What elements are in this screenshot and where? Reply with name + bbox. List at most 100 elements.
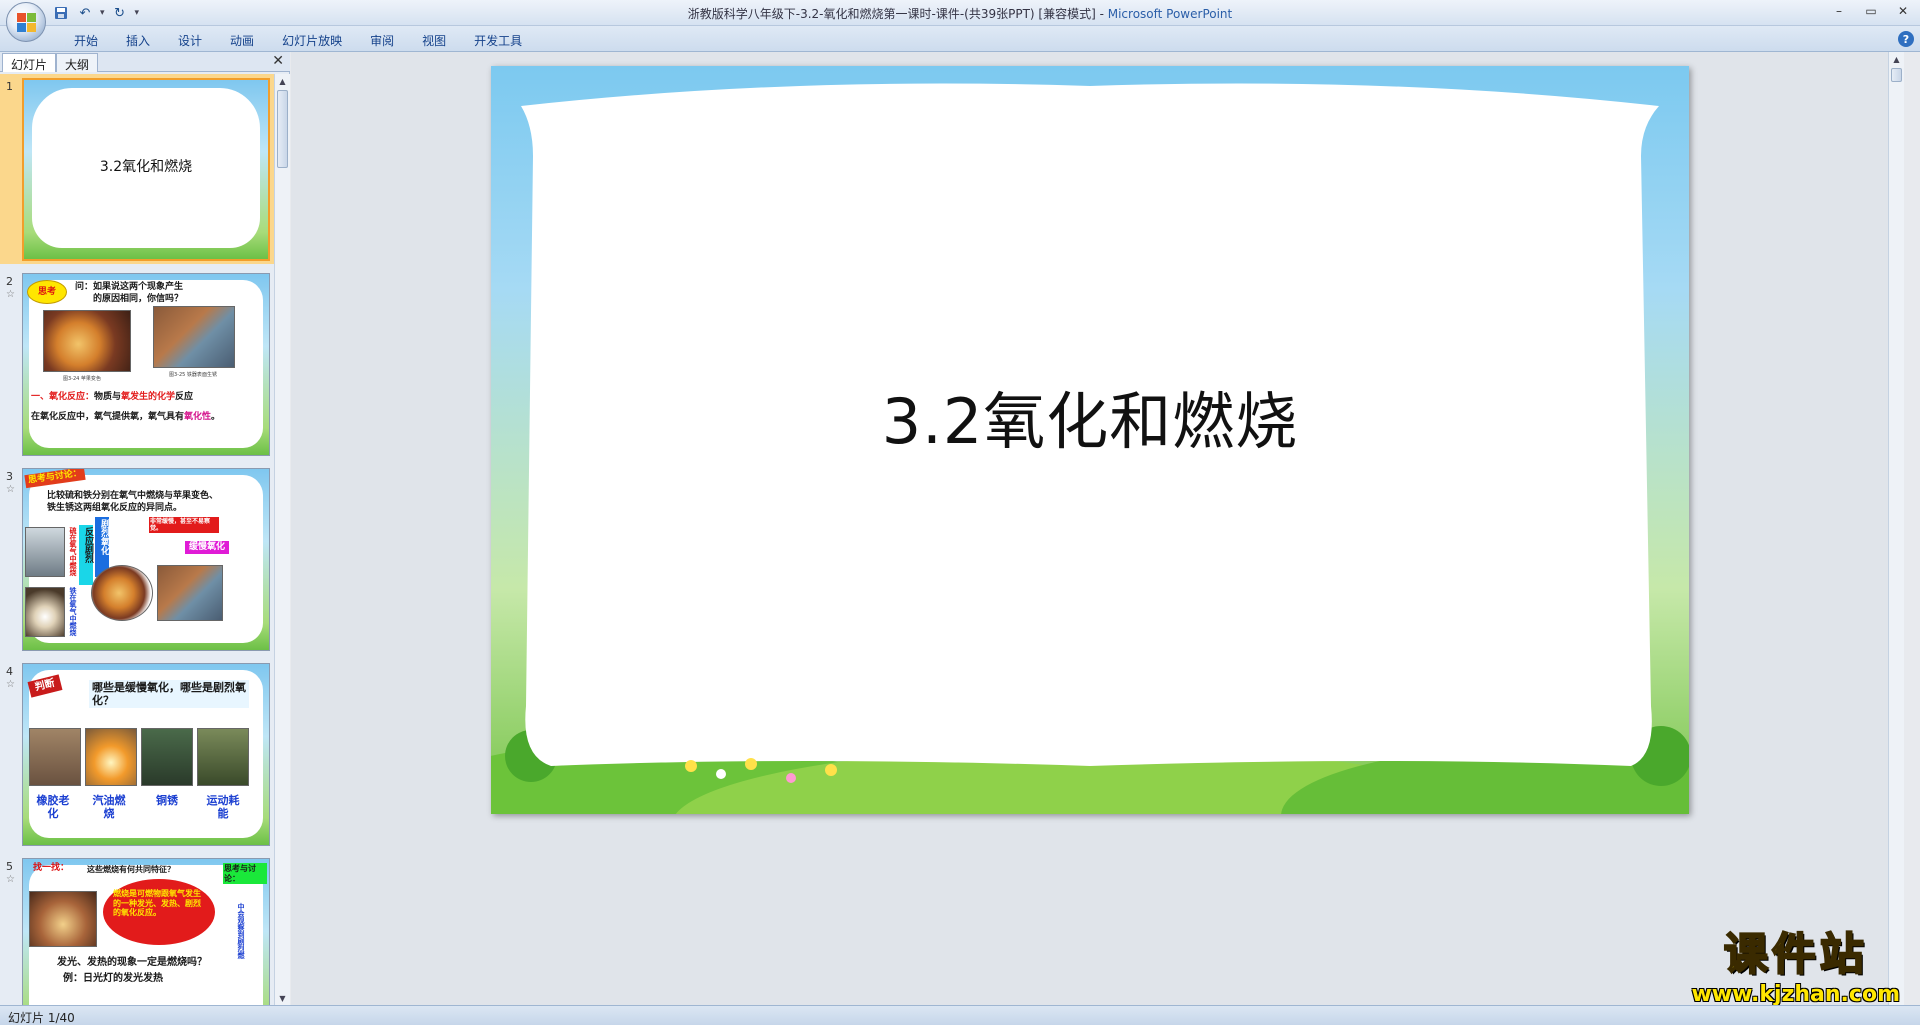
slide-number: 1 [6,80,13,93]
scroll-up-arrow-icon[interactable]: ▲ [275,74,290,88]
caption-2: 图3-25 铁器表面生锈 [169,372,217,378]
tab-insert[interactable]: 插入 [112,30,164,51]
judge-item-1: 橡胶老化 [36,794,70,821]
rubber-photo [29,728,81,786]
judge-item-3: 铜锈 [156,794,178,807]
main-scrollbar[interactable]: ▲ ▼ [1888,52,1904,1005]
definition-lead: 一、氧化反应： [31,392,95,402]
slide-counter: 幻灯片 1/40 [8,1011,75,1025]
slide-thumbnail-preview: 找一找： 这些燃烧有何共同特征？ 思考与讨论： 中会观察到剧烈燃 燃烧是可燃物跟… [22,858,270,1005]
red-note-label: 非常缓慢，甚至不易察觉。 [149,517,219,534]
bottom-question: 发光、发热的现象一定是燃烧吗？ [57,957,207,968]
slide-number: 2 [6,275,13,288]
scroll-down-arrow-icon[interactable]: ▼ [275,991,290,1005]
office-logo-icon [17,13,37,33]
slide-thumbnail-3[interactable]: 3 ☆ 思考与讨论： 比较硫和铁分别在氧气中燃烧与苹果变色、 铁生锈这两组氧化反… [0,464,274,654]
iron-burning-photo [25,587,65,637]
question-line-2: 的原因相同，你信吗？ [93,294,184,304]
title-bar: 浙教版科学八年级下-3.2-氧化和燃烧第一课时-课件-(共39张PPT) [兼容… [0,0,1920,26]
judge-item-2: 汽油燃烧 [92,794,126,821]
exercise-photo [197,728,249,786]
vertical-label-1: 硫在氧气中燃烧 [69,527,77,576]
scroll-up-arrow-icon[interactable]: ▲ [1889,52,1904,66]
scrollbar-thumb[interactable] [1891,68,1902,82]
tab-review[interactable]: 审阅 [356,30,408,51]
slide-thumbnail-2[interactable]: 2 ☆ 思考 问：如果说这两个现象产生 的原因相同，你信吗？ 图3-24 苹果变… [0,269,274,459]
office-button[interactable] [6,2,46,42]
slide-number: 4 [6,665,13,678]
tab-home[interactable]: 开始 [60,30,112,51]
status-bar: 幻灯片 1/40 [0,1005,1920,1025]
kjzhan-watermark: 课件站 www.kjzhan.com [1691,918,1900,1007]
caption-1: 图3-24 苹果变色 [63,376,101,382]
judge-question: 哪些是缓慢氧化，哪些是剧烈氧化？ [89,680,249,709]
violent-reaction-label: 反应剧烈 [79,525,93,585]
find-question: 这些燃烧有何共同特征？ [87,865,175,874]
definition-bubble-text: 燃烧是可燃物跟氧气发生的一种发光、发热、剧烈的氧化反应。 [113,889,201,918]
animation-star-icon: ☆ [6,289,15,300]
watermark-chinese: 课件站 [1723,928,1868,981]
undo-dropdown-icon[interactable]: ▾ [100,8,105,18]
vertical-label-2: 铁在氧气中燃烧 [69,587,77,636]
app-name: Microsoft PowerPoint [1107,7,1233,21]
scrollbar-thumb[interactable] [277,90,288,168]
judge-item-4: 运动耗能 [206,794,240,821]
save-icon[interactable] [52,4,70,22]
apple-photo [91,565,153,621]
help-icon[interactable]: ? [1898,31,1914,47]
find-header: 找一找： [33,863,70,873]
slide-thumbnail-1[interactable]: 1 3.2氧化和燃烧 [0,74,274,264]
watermark-url: www.kjzhan.com [1691,982,1900,1007]
thumb-title: 3.2氧化和燃烧 [99,159,193,175]
definition-end: 反应 [175,392,194,402]
rusty-iron-photo [157,565,223,621]
fire-photo [29,891,97,947]
slide-title[interactable]: 3.2氧化和燃烧 [491,371,1689,461]
tab-design[interactable]: 设计 [164,30,216,51]
tab-outline[interactable]: 大纲 [56,53,99,72]
current-slide[interactable]: 3.2氧化和燃烧 [491,66,1689,814]
sulfur-burning-photo [25,527,65,577]
gasoline-photo [85,728,137,786]
tab-animations[interactable]: 动画 [216,30,268,51]
side-vertical-text: 中会观察到剧烈燃 [237,903,245,959]
tab-developer[interactable]: 开发工具 [460,30,536,51]
slide-thumbnail-preview: 思考与讨论： 比较硫和铁分别在氧气中燃烧与苹果变色、 铁生锈这两组氧化反应的异同… [22,468,270,651]
quick-access-toolbar: ↶ ▾ ↻ ▾ [52,4,139,22]
oxidizer-highlight: 氧化性 [184,412,212,422]
slide-thumbnail-4[interactable]: 4 ☆ 判断 哪些是缓慢氧化，哪些是剧烈氧化？ 橡胶老化 汽油燃烧 铜锈 运动耗… [0,659,274,849]
animation-star-icon: ☆ [6,874,15,885]
rusty-iron-photo [153,306,235,368]
definition-body: 物质与 [94,392,122,402]
minimize-icon[interactable]: – [1826,2,1852,20]
slide-editing-area: 3.2氧化和燃烧 ▲ ▼ [291,52,1904,1005]
slide-thumbnail-preview: 思考 问：如果说这两个现象产生 的原因相同，你信吗？ 图3-24 苹果变色 图3… [22,273,270,456]
slide-thumbnail-5[interactable]: 5 ☆ 找一找： 这些燃烧有何共同特征？ 思考与讨论： 中会观察到剧烈燃 燃烧是… [0,854,274,1005]
ribbon: 开始 插入 设计 动画 幻灯片放映 审阅 视图 开发工具 ? [0,26,1920,52]
document-title: 浙教版科学八年级下-3.2-氧化和燃烧第一课时-课件-(共39张PPT) [兼容… [687,7,1108,21]
copper-rust-photo [141,728,193,786]
redo-icon[interactable]: ↻ [111,4,129,22]
animation-star-icon: ☆ [6,484,15,495]
tab-slides[interactable]: 幻灯片 [2,53,57,72]
close-icon[interactable]: ✕ [1890,2,1916,20]
question-line-1: 问：如果说这两个现象产生 [75,282,184,292]
customize-qat-icon[interactable]: ▾ [135,8,140,18]
slide-number: 3 [6,470,13,483]
slides-pane-scrollbar[interactable]: ▲ ▼ [274,74,290,1005]
slide-thumbnail-preview: 判断 哪些是缓慢氧化，哪些是剧烈氧化？ 橡胶老化 汽油燃烧 铜锈 运动耗能 [22,663,270,846]
think-badge: 思考 [27,280,67,304]
definition-red: 氧发生的化学 [121,392,176,402]
oxidizer-line: 在氧化反应中，氧气提供氧，氧气具有氧化性。 [31,412,220,423]
maximize-icon[interactable]: ▭ [1858,2,1884,20]
tab-view[interactable]: 视图 [408,30,460,51]
bottom-example: 例：日光灯的发光发热 [63,973,163,984]
ribbon-tabs: 开始 插入 设计 动画 幻灯片放映 审阅 视图 开发工具 [60,30,536,51]
slide-thumbnail-preview: 3.2氧化和燃烧 [22,78,270,261]
tab-slideshow[interactable]: 幻灯片放映 [268,30,356,51]
undo-icon[interactable]: ↶ [76,4,94,22]
slow-oxidation-label: 缓慢氧化 [185,541,230,554]
animation-star-icon: ☆ [6,679,15,690]
pane-close-icon[interactable]: ✕ [272,53,284,69]
slide-number: 5 [6,860,13,873]
